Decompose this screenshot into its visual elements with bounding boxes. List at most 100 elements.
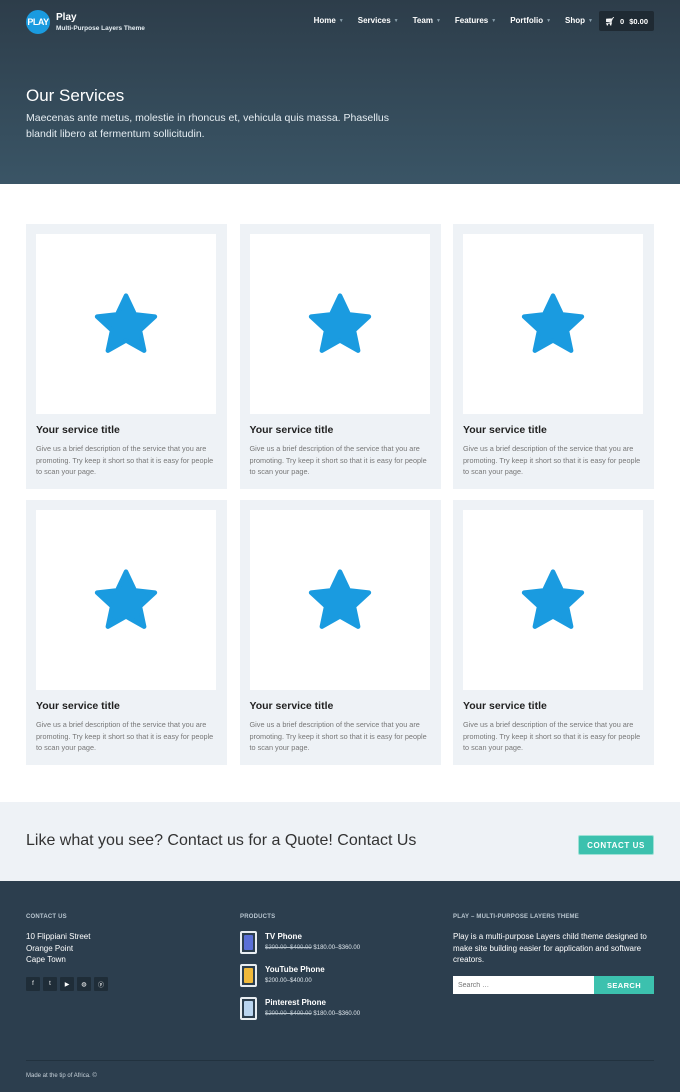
search-button[interactable]: SEARCH <box>594 976 654 994</box>
product-price: $200.00–$400.00 <box>265 978 325 984</box>
nav-label: Services <box>357 16 391 25</box>
search-input[interactable] <box>453 976 594 994</box>
service-title: Your service title <box>36 424 120 436</box>
product-name[interactable]: TV Phone <box>265 932 360 941</box>
page-title: Our Services <box>26 86 125 105</box>
footer: CONTACT US 10 Flippiani Street Orange Po… <box>0 881 680 1092</box>
cart-total: $0.00 <box>629 16 648 26</box>
star-icon <box>308 293 371 353</box>
service-media <box>463 234 643 414</box>
address: 10 Flippiani Street Orange Point Cape To… <box>26 931 90 966</box>
service-description: Give us a brief description of the servi… <box>249 444 427 476</box>
address-line: Orange Point <box>26 943 74 953</box>
youtube-icon[interactable]: ▶ <box>60 977 74 991</box>
service-title: Your service title <box>249 424 334 436</box>
chevron-down-icon: ▼ <box>546 17 552 24</box>
nav-item-shop[interactable]: Shop ▼ <box>558 16 600 25</box>
service-card[interactable]: Your service title Give us a brief descr… <box>453 500 654 765</box>
service-media <box>36 510 216 690</box>
about-text: Play is a multi-purpose Layers child the… <box>453 932 647 965</box>
product-price: $200.00–$400.00 $180.00–$360.00 <box>265 1011 360 1017</box>
copyright: Made at the tip of Africa. © <box>26 1073 97 1079</box>
service-description: Give us a brief description of the servi… <box>36 444 214 476</box>
phone-screen <box>244 935 253 950</box>
cta-text: Like what you see? Contact us for a Quot… <box>26 832 417 849</box>
service-media <box>463 510 643 690</box>
star-icon <box>94 293 158 353</box>
cart-count: 0 <box>620 16 625 26</box>
dribbble-icon[interactable]: ◍ <box>77 977 91 991</box>
products-heading: PRODUCTS <box>240 914 276 920</box>
nav-item-services[interactable]: Services ▼ <box>351 16 406 25</box>
pinterest-icon[interactable]: ⓟ <box>94 977 108 991</box>
chevron-down-icon: ▼ <box>435 17 441 24</box>
twitter-icon[interactable]: t <box>43 977 57 991</box>
service-card[interactable]: Your service title Give us a brief descr… <box>453 224 654 489</box>
chevron-down-icon: ▼ <box>588 17 593 24</box>
contact-us-button[interactable]: CONTACT US <box>578 835 654 855</box>
old-price: $200.00–$400.00 <box>265 945 312 951</box>
nav-item-features[interactable]: Features ▼ <box>448 16 503 25</box>
service-media <box>249 234 430 414</box>
nav-label: Team <box>412 16 433 25</box>
product-item[interactable]: TV Phone $200.00–$400.00 $180.00–$360.00 <box>240 931 360 954</box>
services-grid: Your service title Give us a brief descr… <box>26 224 654 765</box>
service-card[interactable]: Your service title Give us a brief descr… <box>239 500 441 765</box>
nav-label: Home <box>313 16 336 25</box>
footer-divider <box>26 1060 654 1061</box>
search-form: SEARCH <box>453 976 654 994</box>
nav-item-team[interactable]: Team ▼ <box>406 16 448 25</box>
contact-heading: CONTACT US <box>26 914 67 920</box>
service-media <box>249 510 430 690</box>
product-item[interactable]: YouTube Phone $200.00–$400.00 <box>240 964 325 987</box>
service-card[interactable]: Your service title Give us a brief descr… <box>239 224 441 489</box>
old-price: $200.00–$400.00 <box>265 1011 312 1017</box>
service-title: Your service title <box>463 424 547 436</box>
product-name[interactable]: Pinterest Phone <box>265 998 360 1007</box>
phone-screen <box>244 968 253 983</box>
hero-header: PLAY Play Multi-Purpose Layers Theme Hom… <box>0 0 680 184</box>
chevron-down-icon: ▼ <box>338 17 344 24</box>
product-name[interactable]: YouTube Phone <box>265 965 325 974</box>
service-title: Your service title <box>249 700 334 712</box>
address-line: Cape Town <box>26 955 66 964</box>
chevron-down-icon: ▼ <box>393 17 399 24</box>
address-line: 10 Flippiani Street <box>26 932 91 941</box>
chevron-down-icon: ▼ <box>491 17 497 24</box>
product-price: $200.00–$400.00 $180.00–$360.00 <box>265 945 360 951</box>
cta-banner: Like what you see? Contact us for a Quot… <box>0 802 680 881</box>
main-nav: Home ▼ Services ▼ Team ▼ Features ▼ Portfoli… <box>307 16 600 25</box>
brand-tagline: Multi-Purpose Layers Theme <box>56 25 145 32</box>
logo[interactable]: PLAY <box>26 10 50 34</box>
star-icon <box>308 569 371 629</box>
product-item[interactable]: Pinterest Phone $200.00–$400.00 $180.00–… <box>240 997 360 1020</box>
sale-price: $180.00–$360.00 <box>313 1011 361 1017</box>
phone-image <box>240 997 257 1020</box>
star-icon <box>521 569 585 629</box>
about-heading: PLAY – MULTI-PURPOSE LAYERS THEME <box>453 914 579 920</box>
cart-button[interactable]: 🛒︎ 0 $0.00 <box>598 11 654 31</box>
service-description: Give us a brief description of the servi… <box>249 720 427 752</box>
service-description: Give us a brief description of the servi… <box>463 444 641 476</box>
nav-label: Features <box>454 16 489 25</box>
brand-name[interactable]: Play <box>56 12 77 23</box>
nav-label: Portfolio <box>510 16 544 25</box>
nav-item-home[interactable]: Home ▼ <box>307 16 351 25</box>
service-card[interactable]: Your service title Give us a brief descr… <box>26 224 227 489</box>
nav-label: Shop <box>565 16 586 25</box>
service-title: Your service title <box>463 700 547 712</box>
facebook-icon[interactable]: f <box>26 977 40 991</box>
nav-item-portfolio[interactable]: Portfolio ▼ <box>503 16 558 25</box>
star-icon <box>94 569 158 629</box>
sale-price: $200.00–$400.00 <box>265 978 312 984</box>
service-media <box>36 234 216 414</box>
service-description: Give us a brief description of the servi… <box>36 720 214 752</box>
social-links: f t ▶ ◍ ⓟ <box>26 977 108 991</box>
service-description: Give us a brief description of the servi… <box>463 720 641 752</box>
phone-image <box>240 964 257 987</box>
service-card[interactable]: Your service title Give us a brief descr… <box>26 500 227 765</box>
sale-price: $180.00–$360.00 <box>313 945 361 951</box>
phone-image <box>240 931 257 954</box>
service-title: Your service title <box>36 700 120 712</box>
cart-icon: 🛒︎ <box>604 16 616 26</box>
